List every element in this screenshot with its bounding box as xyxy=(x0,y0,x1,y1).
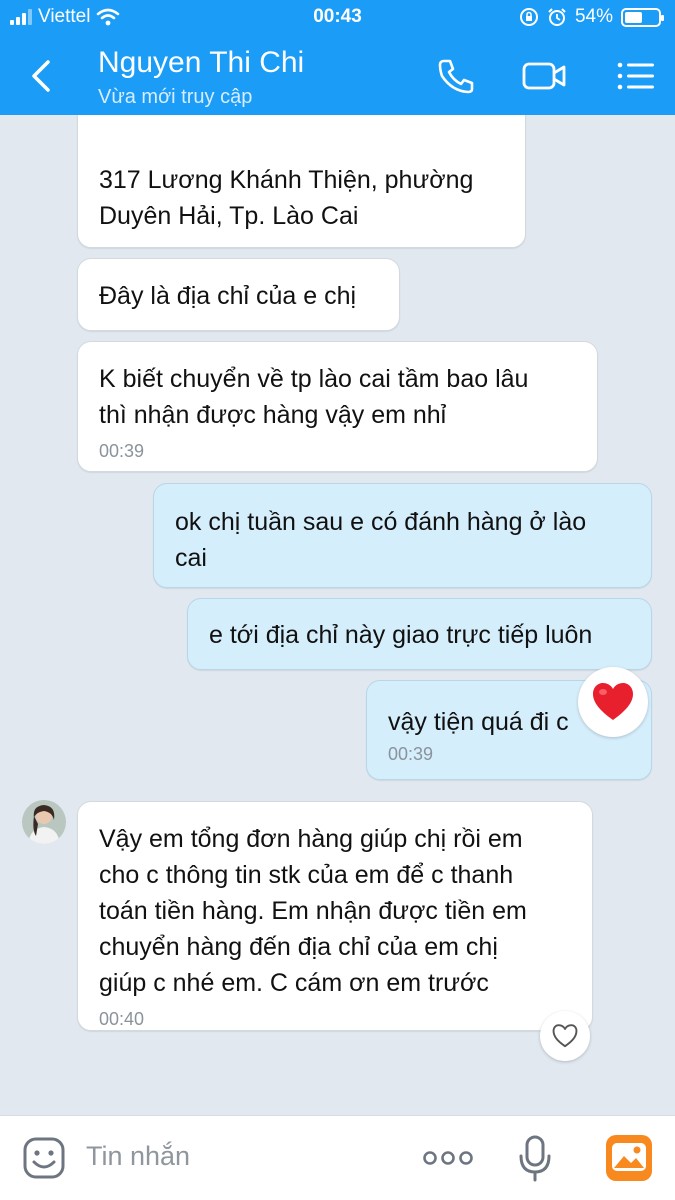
message-input[interactable]: Tin nhắn xyxy=(86,1141,190,1172)
more-icon[interactable] xyxy=(422,1148,474,1168)
status-right: 54% xyxy=(519,6,664,28)
back-icon[interactable] xyxy=(22,54,62,98)
microphone-icon[interactable] xyxy=(517,1134,553,1184)
composer-bar: Tin nhắn xyxy=(0,1115,675,1200)
message-time: 00:40 xyxy=(99,1009,145,1029)
message-text: 317 Lương Khánh Thiện, phường Duyên Hải,… xyxy=(99,166,474,230)
message-time: 00:39 xyxy=(99,441,145,461)
message-bubble-outgoing[interactable]: e tới địa chỉ này giao trực tiếp luôn xyxy=(187,598,652,670)
chat-header: Viettel 00:43 54% Nguyen Thi Chi Vừa mới… xyxy=(0,0,675,115)
presence-status: Vừa mới truy cập xyxy=(98,86,253,108)
alarm-icon xyxy=(548,8,566,26)
menu-icon[interactable] xyxy=(614,56,658,96)
reaction-button[interactable] xyxy=(540,1011,590,1061)
message-bubble-incoming[interactable]: K biết chuyển về tp lào cai tầm bao lâu … xyxy=(77,341,598,472)
heart-outline-icon xyxy=(552,1024,578,1048)
avatar[interactable] xyxy=(22,800,66,844)
message-text: Đây là địa chỉ của e chị xyxy=(99,282,357,310)
contact-name[interactable]: Nguyen Thi Chi xyxy=(98,46,304,80)
reaction-badge[interactable] xyxy=(578,667,648,737)
message-bubble-incoming[interactable]: Đây là địa chỉ của e chị xyxy=(77,258,400,331)
message-text: K biết chuyển về tp lào cai tầm bao lâu … xyxy=(99,365,529,429)
status-bar: Viettel 00:43 54% xyxy=(0,0,675,36)
heart-icon xyxy=(593,683,633,720)
photo-icon[interactable] xyxy=(605,1134,653,1182)
message-time: 00:39 xyxy=(388,744,434,764)
message-bubble-incoming[interactable]: 317 Lương Khánh Thiện, phường Duyên Hải,… xyxy=(77,115,526,248)
message-list[interactable]: 317 Lương Khánh Thiện, phường Duyên Hải,… xyxy=(0,115,675,1115)
message-bubble-outgoing[interactable]: ok chị tuần sau e có đánh hàng ở lào cai xyxy=(153,483,652,588)
message-bubble-incoming[interactable]: Vậy em tổng đơn hàng giúp chị rồi em cho… xyxy=(77,801,593,1031)
battery-percent: 54% xyxy=(574,6,613,27)
message-text: e tới địa chỉ này giao trực tiếp luôn xyxy=(209,621,593,649)
sticker-icon[interactable] xyxy=(22,1136,66,1180)
video-call-icon[interactable] xyxy=(522,56,566,96)
phone-icon[interactable] xyxy=(434,56,478,96)
orientation-lock-icon xyxy=(519,8,538,26)
battery-icon xyxy=(621,7,664,27)
message-text: Vậy em tổng đơn hàng giúp chị rồi em cho… xyxy=(99,825,527,997)
message-text: ok chị tuần sau e có đánh hàng ở lào cai xyxy=(175,508,587,572)
